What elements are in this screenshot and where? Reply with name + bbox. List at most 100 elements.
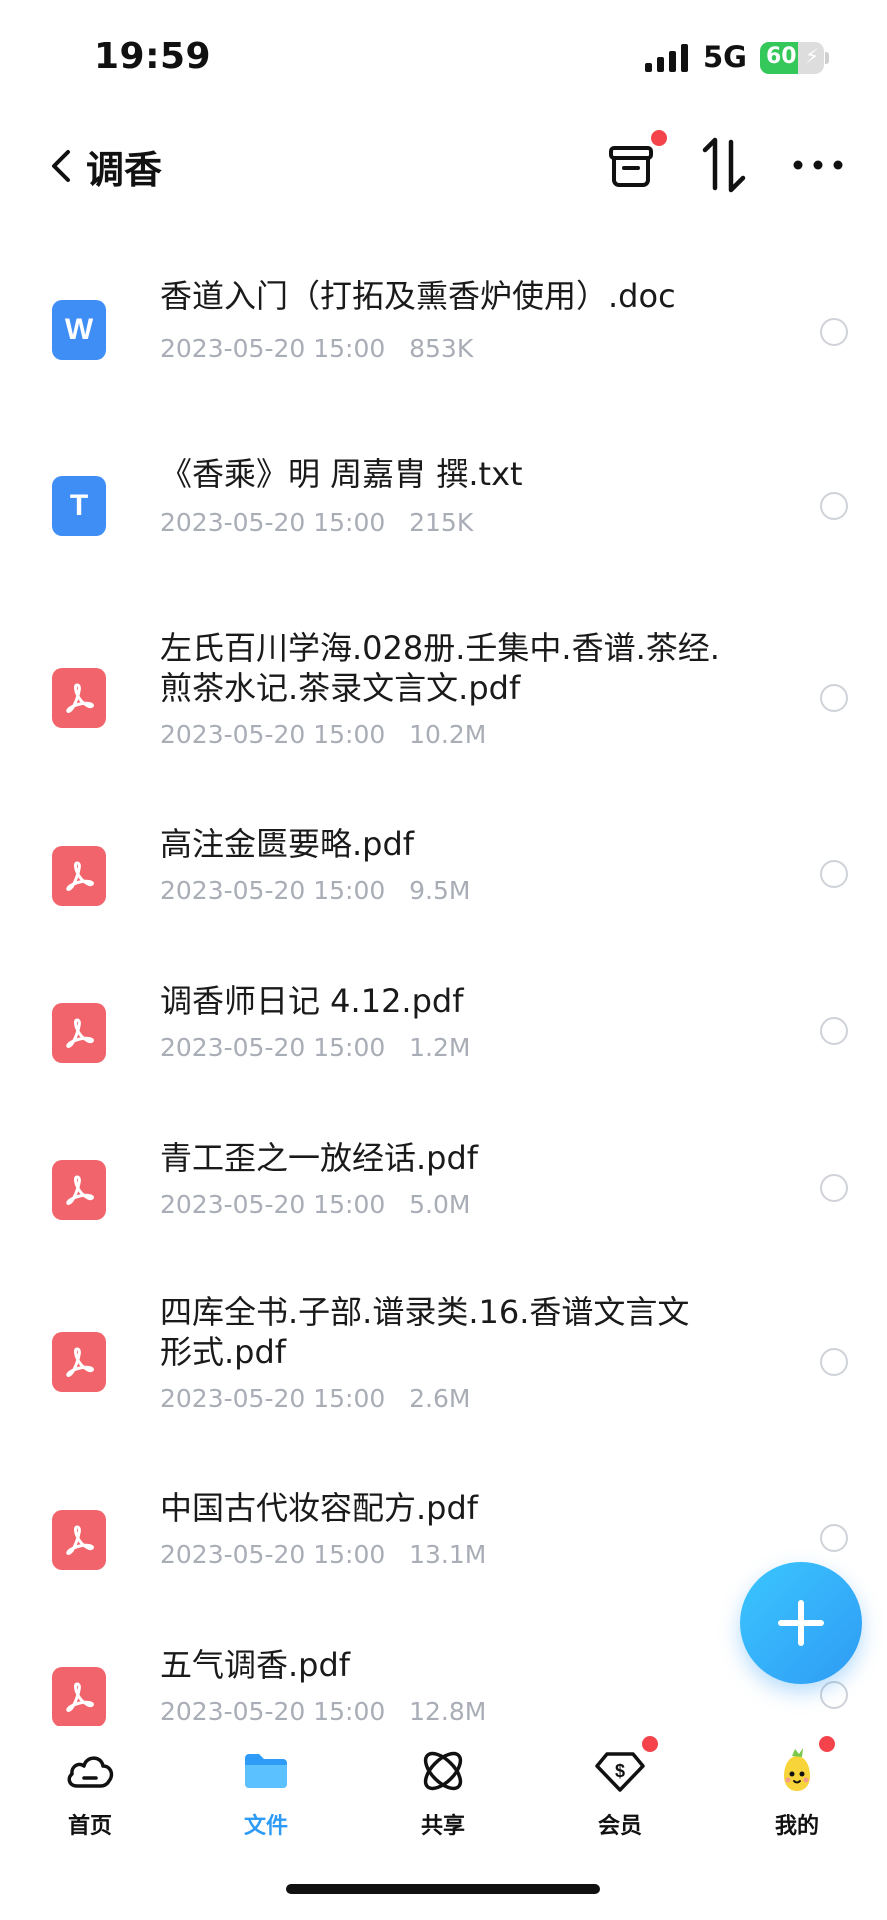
tab-home[interactable]: 首页 [30,1736,150,1846]
file-name: 左氏百川学海.028册.壬集中.香谱.茶经.煎茶水记.茶录文言文.pdf [160,629,720,707]
sort-icon[interactable] [697,134,753,196]
doc-icon-letter: W [64,313,94,346]
pdf-icon [52,668,106,728]
tab-label: 首页 [67,1814,112,1839]
acrobat-glyph-icon [66,683,94,713]
text-file-icon: T [52,476,106,536]
network-type: 5G [703,40,747,74]
file-name: 《香乘》明 周嘉胄 撰.txt [160,455,523,493]
file-meta: 2023-05-20 15:00 5.0M [160,1190,470,1219]
home-indicator[interactable] [286,1884,600,1894]
tab-label: 我的 [774,1814,819,1839]
plus-icon [778,1600,824,1646]
file-date: 2023-05-20 15:00 [160,508,386,537]
file-size: 13.1M [409,1540,487,1569]
chevron-left-icon [52,150,70,182]
acrobat-glyph-icon [66,1347,94,1377]
file-date: 2023-05-20 15:00 [160,1190,386,1219]
nav-bar: 调香 [0,110,887,220]
pdf-icon [52,846,106,906]
page-title: 调香 [86,147,163,192]
file-size: 10.2M [409,720,487,749]
txt-icon-letter: T [69,489,89,522]
diamond-vip-icon: $ [595,1752,645,1792]
file-name: 青工歪之一放经话.pdf [160,1139,479,1177]
file-name: 调香师日记 4.12.pdf [160,982,464,1020]
more-icon[interactable] [790,140,846,190]
file-size: 1.2M [409,1033,471,1062]
back-button[interactable]: 调香 [46,130,162,202]
file-size: 5.0M [409,1190,471,1219]
select-circle[interactable] [820,1348,848,1376]
file-list: W 香道入门（打拓及熏香炉使用）.doc 2023-05-20 15:00 85… [0,236,887,1726]
tab-profile[interactable]: 我的 [737,1736,857,1846]
select-circle[interactable] [820,1681,848,1709]
status-time: 19:59 [94,36,212,77]
file-name: 中国古代妆容配方.pdf [160,1489,479,1527]
tab-share[interactable]: 共享 [383,1736,503,1846]
pdf-icon [52,1332,106,1392]
archive-box-icon[interactable] [603,136,663,196]
word-doc-icon: W [52,300,106,360]
select-circle[interactable] [820,860,848,888]
file-size: 853K [409,334,474,363]
acrobat-glyph-icon [66,1018,94,1048]
tab-vip[interactable]: $ 会员 [560,1736,680,1846]
charging-bolt-icon: ⚡ [805,44,820,68]
file-date: 2023-05-20 15:00 [160,1697,386,1726]
select-circle[interactable] [820,492,848,520]
file-row[interactable]: 四库全书.子部.谱录类.16.香谱文言文形式.pdf 2023-05-20 15… [0,1292,887,1422]
archive-badge [651,130,667,146]
file-size: 9.5M [409,876,471,905]
signal-icon [645,44,688,72]
acrobat-glyph-icon [66,861,94,891]
pdf-icon [52,1667,106,1726]
file-row[interactable]: 青工歪之一放经话.pdf 2023-05-20 15:00 5.0M [0,1138,887,1268]
pdf-icon [52,1510,106,1570]
avatar-icon [784,1748,810,1791]
acrobat-glyph-icon [66,1525,94,1555]
file-meta: 2023-05-20 15:00 1.2M [160,1033,470,1062]
file-size: 12.8M [409,1697,487,1726]
file-date: 2023-05-20 15:00 [160,1540,386,1569]
share-orbit-icon [423,1751,463,1791]
select-circle[interactable] [820,1017,848,1045]
file-meta: 2023-05-20 15:00 13.1M [160,1540,486,1569]
status-bar: 19:59 5G 60 ⚡ [0,0,887,110]
file-name: 五气调香.pdf [160,1646,351,1684]
file-date: 2023-05-20 15:00 [160,720,386,749]
battery-percent: 60 [766,44,797,69]
file-row[interactable]: T 《香乘》明 周嘉胄 撰.txt 2023-05-20 15:00 215K [0,454,887,584]
file-row[interactable]: 高注金匮要略.pdf 2023-05-20 15:00 9.5M [0,824,887,954]
file-date: 2023-05-20 15:00 [160,876,386,905]
file-meta: 2023-05-20 15:00 853K [160,334,473,363]
pdf-icon [52,1160,106,1220]
file-row[interactable]: 调香师日记 4.12.pdf 2023-05-20 15:00 1.2M [0,981,887,1111]
file-meta: 2023-05-20 15:00 10.2M [160,720,486,749]
file-row[interactable]: W 香道入门（打拓及熏香炉使用）.doc 2023-05-20 15:00 85… [0,276,887,426]
file-size: 215K [409,508,474,537]
file-size: 2.6M [409,1384,471,1413]
select-circle[interactable] [820,318,848,346]
acrobat-glyph-icon [66,1175,94,1205]
file-meta: 2023-05-20 15:00 12.8M [160,1697,486,1726]
select-circle[interactable] [820,684,848,712]
vip-badge [642,1736,658,1752]
select-circle[interactable] [820,1524,848,1552]
tab-files[interactable]: 文件 [206,1736,326,1846]
select-circle[interactable] [820,1174,848,1202]
add-file-button[interactable] [740,1562,862,1684]
tab-label: 共享 [420,1814,465,1839]
file-row[interactable]: 左氏百川学海.028册.壬集中.香谱.茶经.煎茶水记.茶录文言文.pdf 202… [0,628,887,758]
pdf-icon [52,1003,106,1063]
profile-badge [819,1736,835,1752]
file-date: 2023-05-20 15:00 [160,334,386,363]
file-date: 2023-05-20 15:00 [160,1384,386,1413]
battery-icon: 60 ⚡ [760,42,824,74]
folder-icon [245,1754,287,1788]
file-name: 香道入门（打拓及熏香炉使用）.doc [160,277,676,315]
file-meta: 2023-05-20 15:00 2.6M [160,1384,470,1413]
svg-text:$: $ [615,1761,625,1781]
file-meta: 2023-05-20 15:00 215K [160,508,473,537]
tab-label: 会员 [597,1814,642,1839]
